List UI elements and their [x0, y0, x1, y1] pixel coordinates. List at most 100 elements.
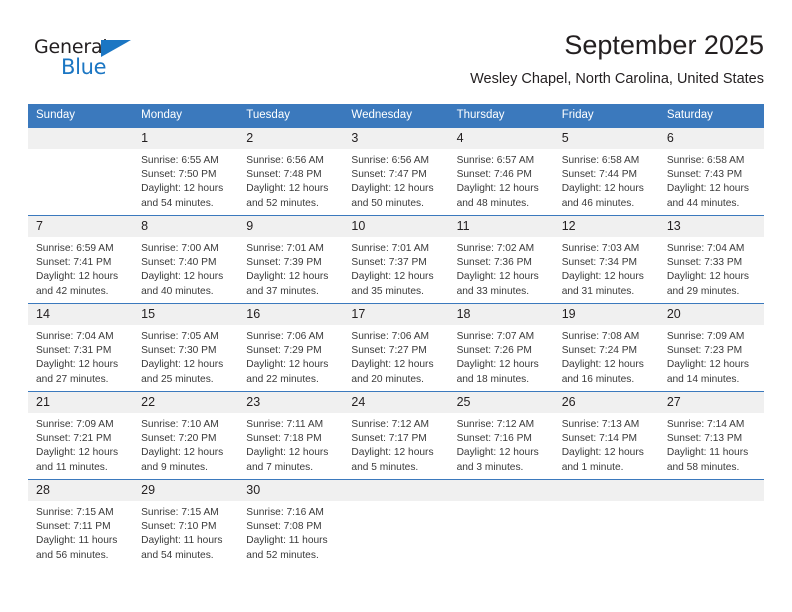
sunrise-text: Sunrise: 7:12 AM [351, 419, 430, 430]
day-details: Sunrise: 7:00 AM Sunset: 7:40 PM Daylight:… [133, 237, 238, 299]
day-number: 18 [448, 304, 554, 325]
sunrise-text: Sunrise: 7:10 AM [141, 419, 219, 430]
calendar-day-cell[interactable]: 6 Sunrise: 6:58 AM Sunset: 7:43 PM Daylight… [658, 127, 764, 216]
daylight-text: Daylight: 11 hours and 54 minutes. [141, 535, 223, 561]
day-details: Sunrise: 7:12 AM Sunset: 7:16 PM Daylight:… [449, 413, 554, 475]
sunrise-text: Sunrise: 6:57 AM [456, 155, 535, 166]
general-blue-logo[interactable]: General Blue [34, 36, 164, 82]
calendar-day-cell[interactable]: 5 Sunrise: 6:58 AM Sunset: 7:44 PM Daylight… [553, 127, 659, 216]
calendar-week-row: 14 Sunrise: 7:04 AM Sunset: 7:31 PM Dayligh… [28, 303, 764, 392]
sunrise-sunset-calendar: Sunday Monday Tuesday Wednesday Thursday… [28, 104, 764, 563]
day-details: Sunrise: 6:56 AM Sunset: 7:48 PM Daylight:… [238, 149, 343, 211]
sunset-text: Sunset: 7:23 PM [666, 345, 743, 357]
day-details: Sunrise: 6:56 AM Sunset: 7:47 PM Daylight:… [343, 149, 448, 211]
day-details: Sunrise: 7:01 AM Sunset: 7:37 PM Daylight:… [343, 237, 448, 299]
sunrise-text: Sunrise: 7:07 AM [456, 331, 535, 342]
day-details: Sunrise: 6:58 AM Sunset: 7:43 PM Daylight:… [659, 149, 764, 211]
calendar-day-cell[interactable]: 18 Sunrise: 7:07 AM Sunset: 7:26 PM Dayligh… [448, 303, 554, 392]
day-number: 15 [133, 304, 239, 325]
day-number: 4 [448, 128, 554, 149]
sunrise-text: Sunrise: 7:01 AM [351, 243, 430, 254]
calendar-day-cell[interactable]: 21 Sunrise: 7:09 AM Sunset: 7:21 PM Dayligh… [28, 391, 134, 480]
sunrise-text: Sunrise: 7:00 AM [141, 243, 219, 254]
day-number: 10 [343, 216, 449, 237]
sunset-text: Sunset: 7:21 PM [36, 433, 112, 445]
day-number: 12 [553, 216, 659, 237]
daylight-text: Daylight: 12 hours and 27 minutes. [36, 359, 119, 385]
calendar-day-cell[interactable]: 1 Sunrise: 6:55 AM Sunset: 7:50 PM Daylight… [133, 127, 239, 216]
sunrise-text: Sunrise: 7:16 AM [246, 507, 324, 518]
sunset-text: Sunset: 7:18 PM [246, 433, 322, 445]
calendar-day-cell[interactable]: 26 Sunrise: 7:13 AM Sunset: 7:14 PM Dayligh… [553, 391, 659, 480]
calendar-day-cell[interactable]: 7 Sunrise: 6:59 AM Sunset: 7:41 PM Daylight… [28, 215, 134, 304]
calendar-day-cell[interactable]: 25 Sunrise: 7:12 AM Sunset: 7:16 PM Dayligh… [448, 391, 554, 480]
sunrise-text: Sunrise: 7:09 AM [666, 331, 745, 342]
day-number: 7 [28, 216, 134, 237]
calendar-day-cell[interactable]: 29 Sunrise: 7:15 AM Sunset: 7:10 PM Dayligh… [133, 478, 239, 563]
calendar-day-cell[interactable]: 19 Sunrise: 7:08 AM Sunset: 7:24 PM Dayligh… [553, 303, 659, 392]
sunset-text: Sunset: 7:34 PM [561, 257, 638, 269]
sunset-text: Sunset: 7:27 PM [351, 345, 427, 357]
calendar-day-cell[interactable]: 27 Sunrise: 7:14 AM Sunset: 7:13 PM Dayligh… [658, 391, 764, 480]
calendar-day-cell[interactable]: 13 Sunrise: 7:04 AM Sunset: 7:33 PM Dayligh… [658, 215, 764, 304]
daylight-text: Daylight: 12 hours and 5 minutes. [351, 447, 434, 473]
day-number: 20 [658, 304, 764, 325]
daylight-text: Daylight: 12 hours and 33 minutes. [456, 271, 539, 297]
calendar-day-cell[interactable]: 30 Sunrise: 7:16 AM Sunset: 7:08 PM Dayligh… [238, 478, 344, 563]
sunset-text: Sunset: 7:11 PM [36, 521, 111, 533]
calendar-day-cell[interactable]: 4 Sunrise: 6:57 AM Sunset: 7:46 PM Daylight… [448, 127, 554, 216]
calendar-day-cell[interactable]: 10 Sunrise: 7:01 AM Sunset: 7:37 PM Dayligh… [343, 215, 449, 304]
sunset-text: Sunset: 7:41 PM [36, 257, 112, 269]
sunset-text: Sunset: 7:31 PM [36, 345, 112, 357]
weekday-header-saturday: Saturday [658, 104, 764, 128]
day-number: 26 [553, 392, 659, 413]
calendar-day-cell[interactable]: 3 Sunrise: 6:56 AM Sunset: 7:47 PM Daylight… [343, 127, 449, 216]
calendar-day-cell[interactable]: 11 Sunrise: 7:02 AM Sunset: 7:36 PM Dayligh… [448, 215, 554, 304]
day-details: Sunrise: 7:15 AM Sunset: 7:11 PM Daylight:… [28, 501, 133, 563]
sunset-text: Sunset: 7:30 PM [141, 345, 217, 357]
day-number: 22 [133, 392, 239, 413]
calendar-day-cell[interactable]: 9 Sunrise: 7:01 AM Sunset: 7:39 PM Daylight… [238, 215, 344, 304]
calendar-day-cell[interactable]: 17 Sunrise: 7:06 AM Sunset: 7:27 PM Dayligh… [343, 303, 449, 392]
calendar-day-cell[interactable]: 12 Sunrise: 7:03 AM Sunset: 7:34 PM Dayligh… [553, 215, 659, 304]
sunset-text: Sunset: 7:33 PM [666, 257, 743, 269]
day-number: 28 [28, 480, 134, 501]
calendar-day-cell[interactable]: 14 Sunrise: 7:04 AM Sunset: 7:31 PM Dayligh… [28, 303, 134, 392]
day-number: 5 [553, 128, 659, 149]
day-details: Sunrise: 7:14 AM Sunset: 7:13 PM Daylight:… [659, 413, 764, 475]
calendar-empty-cell [28, 127, 134, 216]
calendar-page: General Blue September 2025 Wesley Chape… [0, 0, 792, 612]
calendar-day-cell[interactable]: 22 Sunrise: 7:10 AM Sunset: 7:20 PM Dayligh… [133, 391, 239, 480]
calendar-empty-cell [343, 478, 449, 563]
calendar-day-cell[interactable]: 15 Sunrise: 7:05 AM Sunset: 7:30 PM Dayligh… [133, 303, 239, 392]
day-details: Sunrise: 7:06 AM Sunset: 7:27 PM Daylight:… [343, 325, 448, 387]
sunset-text: Sunset: 7:50 PM [141, 169, 217, 181]
weekday-header-friday: Friday [553, 104, 659, 128]
calendar-day-cell[interactable]: 23 Sunrise: 7:11 AM Sunset: 7:18 PM Dayligh… [238, 391, 344, 480]
calendar-empty-cell [448, 478, 554, 563]
calendar-day-cell[interactable]: 16 Sunrise: 7:06 AM Sunset: 7:29 PM Dayligh… [238, 303, 344, 392]
sunset-text: Sunset: 7:39 PM [246, 257, 322, 269]
day-number: 30 [238, 480, 344, 501]
calendar-day-cell[interactable]: 20 Sunrise: 7:09 AM Sunset: 7:23 PM Dayligh… [658, 303, 764, 392]
daylight-text: Daylight: 12 hours and 9 minutes. [141, 447, 224, 473]
calendar-day-cell[interactable]: 8 Sunrise: 7:00 AM Sunset: 7:40 PM Daylight… [133, 215, 239, 304]
sunset-text: Sunset: 7:47 PM [351, 169, 427, 181]
day-number: 3 [343, 128, 449, 149]
day-details: Sunrise: 7:09 AM Sunset: 7:21 PM Daylight:… [28, 413, 133, 475]
daylight-text: Daylight: 12 hours and 35 minutes. [351, 271, 434, 297]
day-number: 27 [658, 392, 764, 413]
day-number: 16 [238, 304, 344, 325]
daylight-text: Daylight: 12 hours and 42 minutes. [36, 271, 119, 297]
day-details: Sunrise: 7:09 AM Sunset: 7:23 PM Daylight:… [659, 325, 764, 387]
calendar-day-cell[interactable]: 24 Sunrise: 7:12 AM Sunset: 7:17 PM Dayligh… [343, 391, 449, 480]
sunset-text: Sunset: 7:43 PM [666, 169, 743, 181]
daylight-text: Daylight: 12 hours and 11 minutes. [36, 447, 119, 473]
calendar-day-cell[interactable]: 28 Sunrise: 7:15 AM Sunset: 7:11 PM Dayligh… [28, 478, 134, 563]
sunrise-text: Sunrise: 7:05 AM [141, 331, 219, 342]
calendar-day-cell[interactable]: 2 Sunrise: 6:56 AM Sunset: 7:48 PM Daylight… [238, 127, 344, 216]
sunrise-text: Sunrise: 6:56 AM [246, 155, 324, 166]
day-number [553, 480, 659, 501]
daylight-text: Daylight: 12 hours and 25 minutes. [141, 359, 224, 385]
sunrise-text: Sunrise: 7:04 AM [36, 331, 114, 342]
